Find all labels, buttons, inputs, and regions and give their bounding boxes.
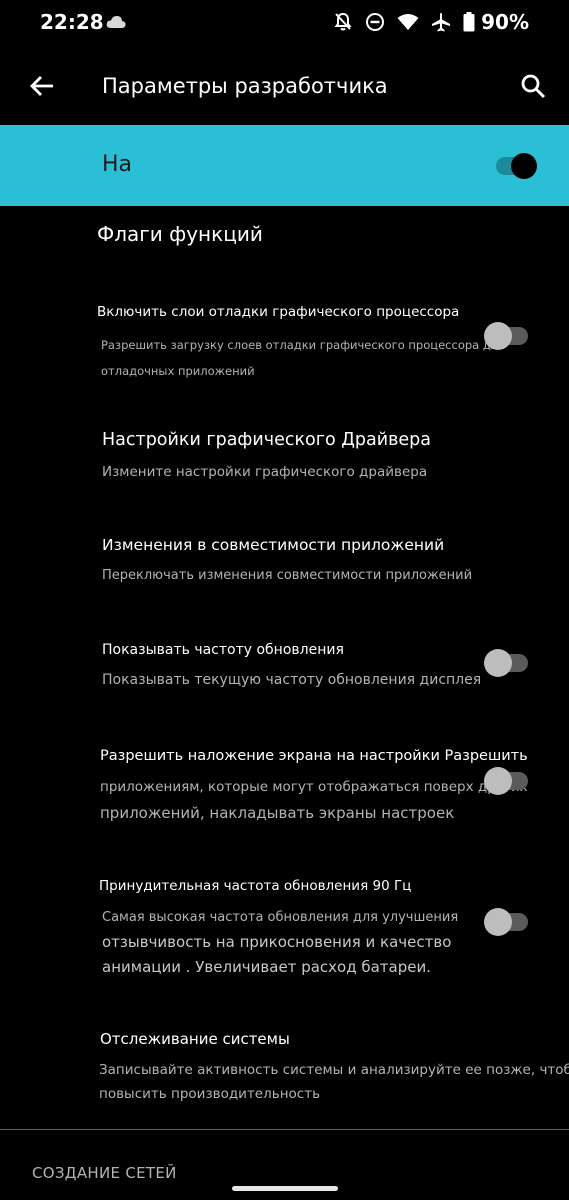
section-header: Флаги функций: [97, 222, 263, 246]
pref-toggle-force-90hz[interactable]: [484, 908, 530, 936]
cloud-icon: [106, 14, 126, 33]
pref-show-refresh-rate[interactable]: Показывать частоту обновления Показывать…: [0, 634, 569, 714]
notifications-muted-icon: [333, 12, 353, 32]
pref-summary: Разрешить загрузку слоев отладки графиче…: [101, 338, 506, 378]
search-button[interactable]: [515, 70, 551, 106]
pref-summary: Самая высокая частота обновления для улу…: [102, 910, 459, 976]
search-icon: [520, 73, 546, 103]
status-icons: 90%: [333, 10, 529, 34]
toggle-thumb: [484, 649, 512, 677]
app-bar: Параметры разработчика: [0, 60, 569, 116]
pref-title: Показывать частоту обновления: [102, 642, 344, 658]
pref-title: Отслеживание системы: [100, 1030, 290, 1048]
back-button[interactable]: [24, 70, 60, 106]
category-header: СОЗДАНИЕ СЕТЕЙ: [32, 1164, 177, 1182]
divider: [0, 1129, 569, 1130]
pref-summary: Показывать текущую частоту обновления ди…: [102, 672, 482, 688]
pref-title: Настройки графического Драйвера: [102, 430, 432, 450]
wifi-icon: [397, 13, 419, 31]
pref-title: Принудительная частота обновления 90 Гц: [99, 878, 412, 894]
page-title: Параметры разработчика: [102, 74, 388, 98]
battery-icon: [463, 12, 475, 32]
do-not-disturb-icon: [365, 12, 385, 32]
battery-percent: 90%: [481, 10, 529, 34]
pref-toggle-screen-overlays[interactable]: [484, 767, 530, 795]
airplane-icon: [431, 12, 451, 32]
pref-force-90hz[interactable]: Принудительная частота обновления 90 Гц …: [0, 868, 569, 988]
pref-app-compat-changes[interactable]: Изменения в совместимости приложений Пер…: [0, 528, 569, 608]
pref-screen-overlays[interactable]: Разрешить наложение экрана на настройки …: [0, 738, 569, 838]
pref-title: Включить слои отладки графического проце…: [97, 304, 460, 320]
toggle-thumb: [511, 153, 537, 179]
pref-title: Разрешить наложение экрана на настройки …: [100, 748, 528, 764]
pref-system-tracing[interactable]: Отслеживание системы Записывайте активно…: [0, 1022, 569, 1112]
master-switch-bar[interactable]: На: [0, 125, 569, 206]
pref-toggle-show-refresh-rate[interactable]: [484, 649, 530, 677]
pref-summary: приложениям, которые могут отображаться …: [100, 779, 528, 822]
pref-title: Изменения в совместимости приложений: [102, 536, 445, 554]
pref-toggle-gpu-debug-layers[interactable]: [484, 322, 530, 350]
toggle-thumb: [484, 908, 512, 936]
master-switch-label: На: [102, 152, 133, 177]
status-bar: 22:28 90%: [0, 0, 569, 48]
master-switch-toggle[interactable]: [496, 153, 540, 179]
pref-summary: Измените настройки графического драйвера: [102, 464, 428, 480]
toggle-thumb: [484, 767, 512, 795]
pref-gpu-debug-layers[interactable]: Включить слои отладки графического проце…: [0, 290, 569, 390]
pref-summary: Переключать изменения совместимости прил…: [102, 568, 473, 583]
gesture-nav-handle[interactable]: [232, 1186, 338, 1191]
status-time: 22:28: [40, 10, 104, 34]
pref-graphics-driver[interactable]: Настройки графического Драйвера Измените…: [0, 420, 569, 500]
arrow-back-icon: [29, 73, 55, 103]
pref-summary: Записывайте активность системы и анализи…: [99, 1062, 569, 1102]
toggle-thumb: [484, 322, 512, 350]
